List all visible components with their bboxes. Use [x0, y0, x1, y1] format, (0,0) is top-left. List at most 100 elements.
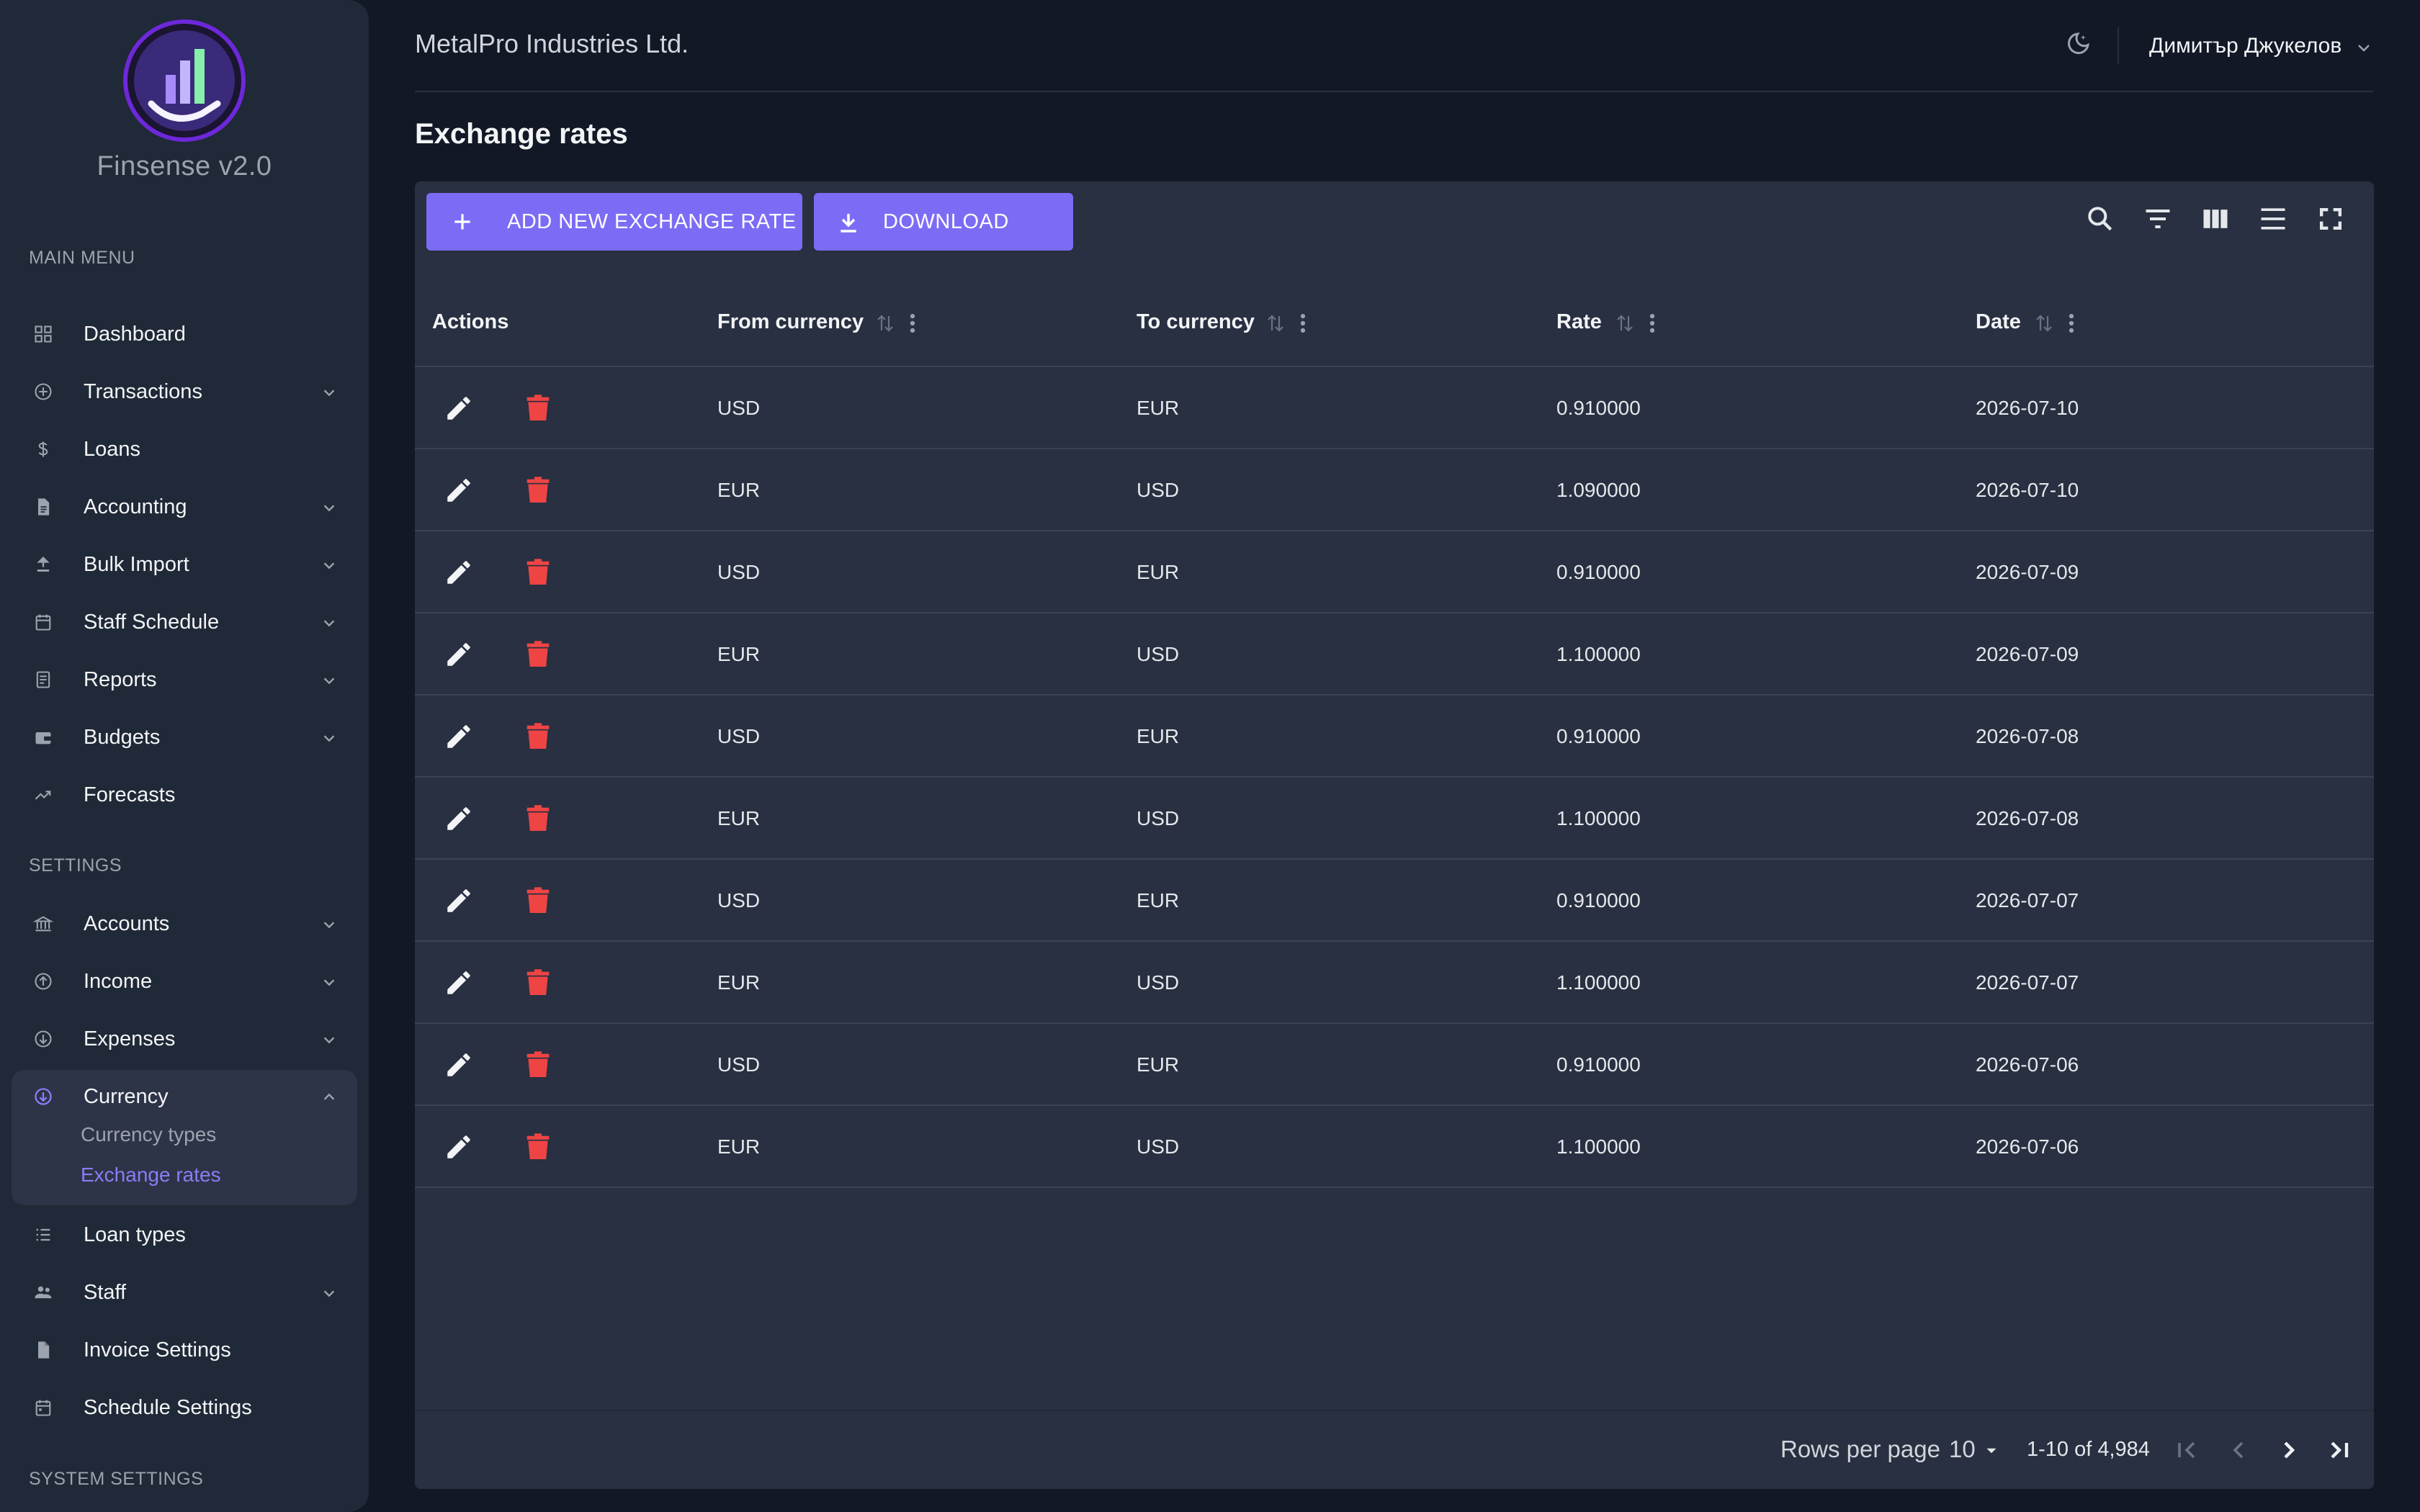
table-row[interactable]: EUR USD 1.100000 2026-07-09 — [415, 613, 2374, 696]
delete-icon[interactable] — [526, 1050, 550, 1080]
cell-from-currency: USD — [717, 725, 761, 747]
sidebar-item-label: Loans — [84, 438, 141, 461]
pagination-range: 1-10 of 4,984 — [2027, 1438, 2150, 1461]
column-header-date[interactable]: Date — [1976, 282, 2021, 361]
cell-date: 2026-07-10 — [1976, 397, 2079, 419]
sidebar-item-income[interactable]: Income — [0, 957, 369, 1006]
table-row[interactable]: USD EUR 0.910000 2026-07-08 — [415, 696, 2374, 778]
sidebar-item-label: Schedule Settings — [84, 1396, 252, 1419]
sort-icon[interactable] — [1265, 312, 1286, 334]
finsense-logo[interactable] — [122, 19, 246, 143]
column-header-from-currency[interactable]: From currency — [717, 282, 864, 361]
search-icon[interactable] — [2084, 203, 2116, 235]
table-row[interactable]: EUR USD 1.100000 2026-07-07 — [415, 942, 2374, 1024]
user-menu[interactable]: Димитър Джукелов — [2149, 29, 2341, 63]
edit-icon[interactable] — [444, 1050, 474, 1080]
sidebar-item-expenses[interactable]: Expenses — [0, 1014, 369, 1063]
people-icon — [33, 1282, 53, 1302]
cell-to-currency: EUR — [1137, 725, 1180, 747]
column-menu-icon[interactable] — [1298, 311, 1308, 336]
table-row[interactable]: EUR USD 1.100000 2026-07-06 — [415, 1106, 2374, 1188]
column-header-rate[interactable]: Rate — [1556, 282, 1602, 361]
column-header-to-currency[interactable]: To currency — [1137, 282, 1255, 361]
exchange-rates-table-card: ADD NEW EXCHANGE RATE DOWNLOAD Actions F… — [415, 181, 2374, 1489]
column-menu-icon[interactable] — [908, 311, 918, 336]
sidebar-item-invoice-settings[interactable]: Invoice Settings — [0, 1326, 369, 1374]
sidebar-item-staff[interactable]: Staff — [0, 1268, 369, 1317]
sidebar-item-budgets[interactable]: Budgets — [0, 713, 369, 762]
table-row[interactable]: EUR USD 1.100000 2026-07-08 — [415, 778, 2374, 860]
rows-per-page-dropdown-icon[interactable] — [1982, 1441, 2001, 1460]
sort-icon[interactable] — [2033, 312, 2055, 334]
table-row[interactable]: USD EUR 0.910000 2026-07-07 — [415, 860, 2374, 942]
edit-icon[interactable] — [444, 639, 474, 670]
sidebar-item-bulk-import[interactable]: Bulk Import — [0, 540, 369, 589]
table-row[interactable]: USD EUR 0.910000 2026-07-10 — [415, 367, 2374, 449]
delete-icon[interactable] — [526, 721, 550, 752]
delete-icon[interactable] — [526, 393, 550, 423]
table-row[interactable]: USD EUR 0.910000 2026-07-09 — [415, 531, 2374, 613]
sidebar-item-loan-types[interactable]: Loan types — [0, 1210, 369, 1259]
sidebar-item-forecasts[interactable]: Forecasts — [0, 770, 369, 819]
sidebar-item-schedule-settings[interactable]: Schedule Settings — [0, 1383, 369, 1432]
delete-icon[interactable] — [526, 804, 550, 834]
dark-mode-toggle-icon[interactable] — [2063, 30, 2092, 59]
delete-icon[interactable] — [526, 557, 550, 588]
chevron-down-icon — [321, 974, 337, 990]
previous-page-icon[interactable] — [2224, 1436, 2253, 1464]
delete-icon[interactable] — [526, 639, 550, 670]
sidebar-item-accounting[interactable]: Accounting — [0, 482, 369, 531]
cell-date: 2026-07-06 — [1976, 1135, 2079, 1158]
cell-rate: 0.910000 — [1556, 1053, 1641, 1076]
delete-icon[interactable] — [526, 886, 550, 916]
table-row[interactable]: USD EUR 0.910000 2026-07-06 — [415, 1024, 2374, 1106]
rows-per-page-select[interactable]: 10 — [1949, 1410, 1976, 1489]
list-icon — [33, 1225, 53, 1245]
sidebar-subitem-currency-types[interactable]: Currency types — [81, 1123, 216, 1146]
delete-icon[interactable] — [526, 1132, 550, 1162]
sort-icon[interactable] — [1614, 312, 1636, 334]
table-row[interactable]: EUR USD 1.090000 2026-07-10 — [415, 449, 2374, 531]
edit-icon[interactable] — [444, 475, 474, 505]
edit-icon[interactable] — [444, 393, 474, 423]
sidebar-item-label: Bulk Import — [84, 553, 189, 576]
column-menu-icon[interactable] — [2066, 311, 2076, 336]
add-exchange-rate-button[interactable]: ADD NEW EXCHANGE RATE — [426, 193, 802, 251]
edit-icon[interactable] — [444, 721, 474, 752]
cell-date: 2026-07-08 — [1976, 725, 2079, 747]
cell-to-currency: USD — [1137, 807, 1180, 829]
sidebar-item-label: Dashboard — [84, 323, 186, 346]
edit-icon[interactable] — [444, 1132, 474, 1162]
edit-icon[interactable] — [444, 968, 474, 998]
delete-icon[interactable] — [526, 968, 550, 998]
edit-icon[interactable] — [444, 557, 474, 588]
sidebar-item-accounts[interactable]: Accounts — [0, 899, 369, 948]
columns-icon[interactable] — [2200, 203, 2231, 235]
edit-icon[interactable] — [444, 804, 474, 834]
user-menu-chevron-icon[interactable] — [2355, 39, 2372, 56]
sidebar-item-currency[interactable]: Currency — [0, 1072, 369, 1121]
next-page-icon[interactable] — [2275, 1436, 2303, 1464]
download-button[interactable]: DOWNLOAD — [814, 193, 1073, 251]
fullscreen-icon[interactable] — [2315, 203, 2347, 235]
cell-rate: 1.100000 — [1556, 643, 1641, 665]
download-icon — [841, 214, 856, 233]
edit-icon[interactable] — [444, 886, 474, 916]
sidebar-item-loans[interactable]: Loans — [0, 425, 369, 474]
first-page-icon[interactable] — [2172, 1436, 2201, 1464]
sidebar-item-label: Accounts — [84, 912, 170, 935]
filter-icon[interactable] — [2142, 203, 2174, 235]
chevron-down-icon — [321, 1285, 337, 1301]
plus-icon — [454, 214, 470, 230]
sort-icon[interactable] — [874, 312, 896, 334]
rows-per-page-label: Rows per page — [1780, 1436, 1940, 1462]
sidebar-item-dashboard[interactable]: Dashboard — [0, 310, 369, 359]
sidebar-item-reports[interactable]: Reports — [0, 655, 369, 704]
sidebar-item-transactions[interactable]: Transactions — [0, 367, 369, 416]
delete-icon[interactable] — [526, 475, 550, 505]
sidebar-subitem-exchange-rates[interactable]: Exchange rates — [81, 1164, 221, 1187]
last-page-icon[interactable] — [2325, 1436, 2354, 1464]
column-menu-icon[interactable] — [1647, 311, 1657, 336]
sidebar-item-staff-schedule[interactable]: Staff Schedule — [0, 598, 369, 647]
density-icon[interactable] — [2257, 203, 2289, 235]
